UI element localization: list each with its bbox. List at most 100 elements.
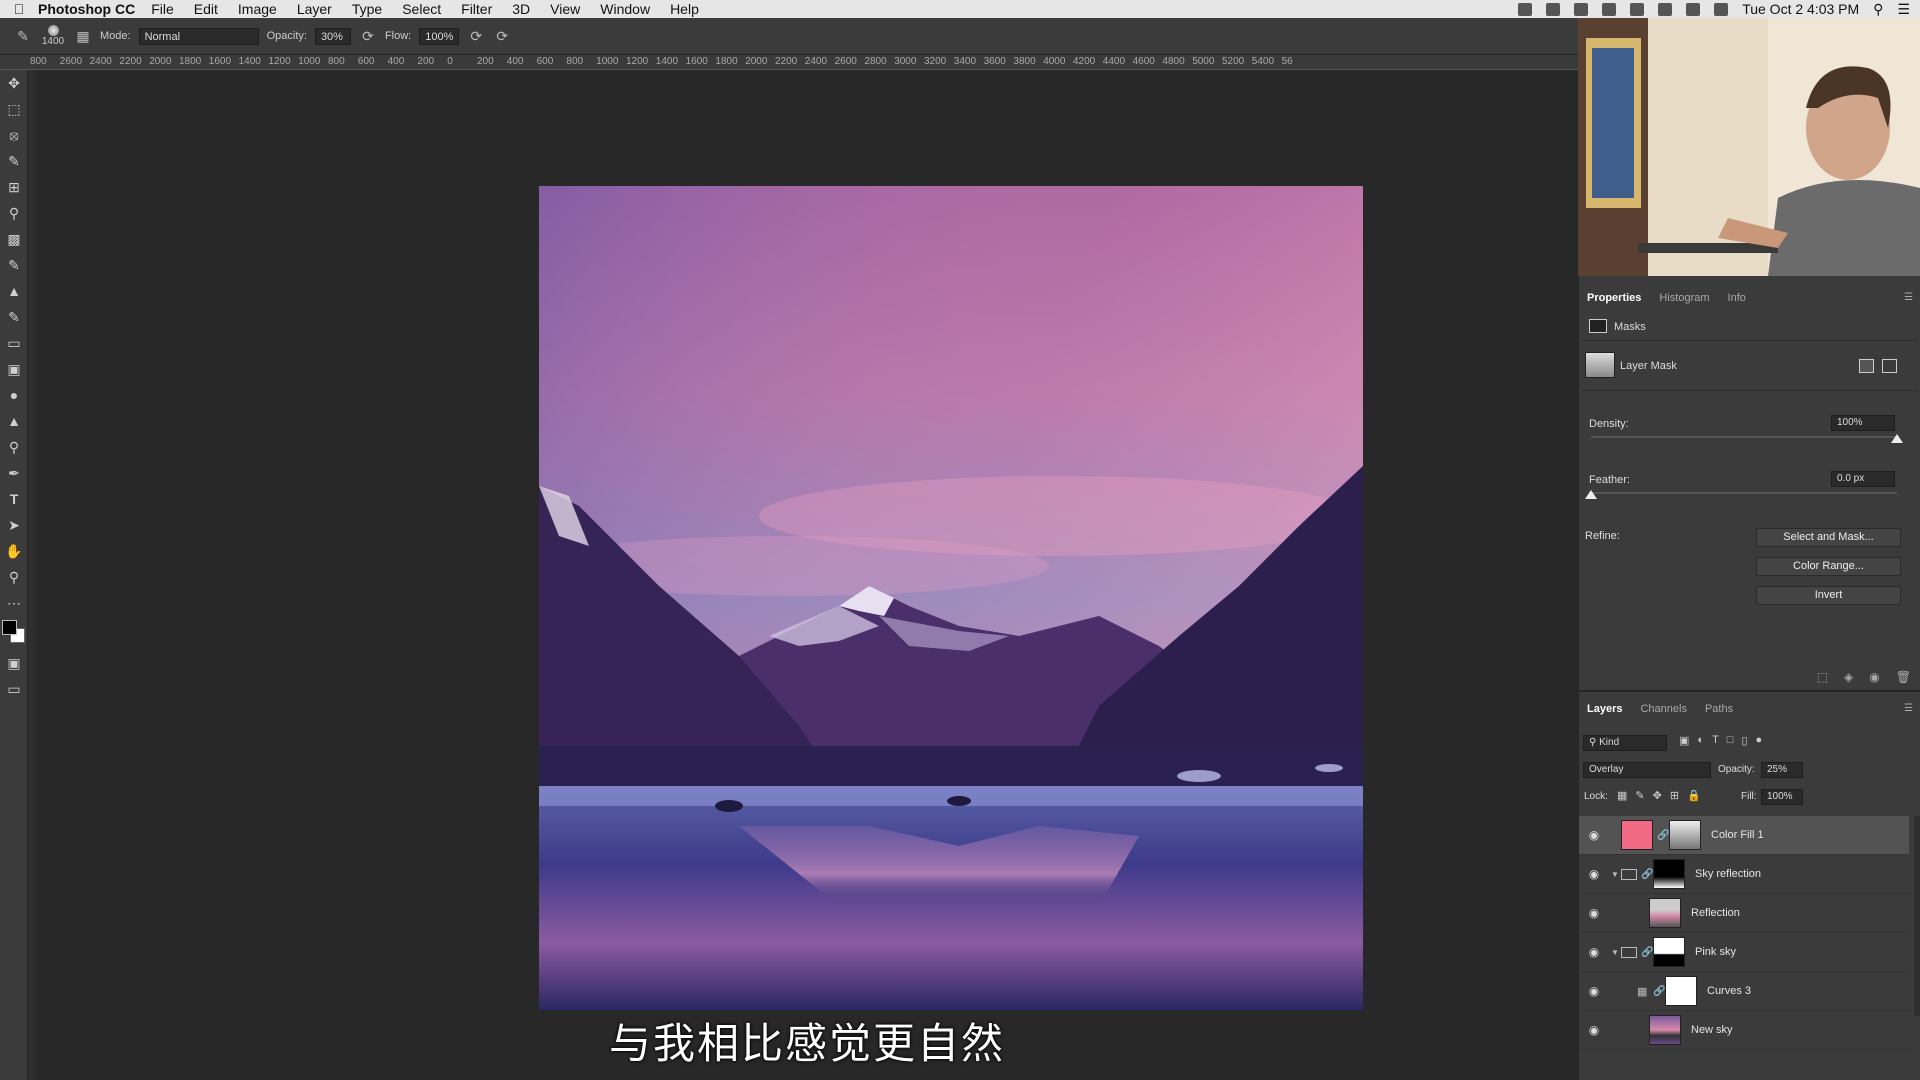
- menu-help[interactable]: Help: [670, 1, 699, 17]
- lock-transparent-icon[interactable]: ▦: [1617, 789, 1627, 802]
- select-vector-mask-icon[interactable]: [1882, 359, 1897, 373]
- brush-preset-picker[interactable]: 1400: [40, 25, 66, 47]
- airbrush-icon[interactable]: ⟳: [467, 27, 485, 45]
- properties-menu-icon[interactable]: ☰: [1904, 292, 1914, 303]
- color-fill-thumbnail[interactable]: [1621, 820, 1653, 850]
- hand-tool-icon[interactable]: ✋: [0, 538, 28, 564]
- tab-channels[interactable]: Channels: [1640, 703, 1686, 715]
- color-range-button[interactable]: Color Range...: [1756, 557, 1901, 576]
- app-menu[interactable]: Photoshop CC: [38, 1, 135, 17]
- lock-position-icon[interactable]: ✥: [1653, 789, 1662, 802]
- screen-mode-icon[interactable]: ▭: [0, 676, 28, 702]
- color-swatches[interactable]: [0, 616, 28, 650]
- layer-row-color-fill[interactable]: ◉ 🔗 Color Fill 1: [1579, 816, 1909, 855]
- density-field[interactable]: 100%: [1831, 415, 1895, 431]
- group-mask-thumbnail[interactable]: [1653, 859, 1685, 889]
- tray-icon[interactable]: [1574, 2, 1589, 16]
- layer-filter-select[interactable]: ⚲ Kind: [1583, 735, 1667, 751]
- feather-slider[interactable]: [1591, 492, 1897, 494]
- brush-tool-icon[interactable]: ✎: [14, 27, 32, 45]
- layer-mask-thumbnail[interactable]: [1665, 976, 1697, 1006]
- menu-file[interactable]: File: [151, 1, 174, 17]
- marquee-tool-icon[interactable]: ⬚: [0, 96, 28, 122]
- brush-settings-icon[interactable]: ▦: [74, 27, 92, 45]
- layer-thumbnail[interactable]: [1649, 1015, 1681, 1045]
- menu-view[interactable]: View: [550, 1, 580, 17]
- tab-properties[interactable]: Properties: [1587, 292, 1641, 304]
- brush-tool-icon[interactable]: ✎: [0, 252, 28, 278]
- document-canvas[interactable]: 与我相比感觉更自然: [36, 70, 1578, 1080]
- dodge-tool-icon[interactable]: ⚲: [0, 434, 28, 460]
- lock-pixels-icon[interactable]: ✎: [1635, 789, 1644, 802]
- mode-select[interactable]: Normal: [138, 27, 259, 45]
- healing-brush-icon[interactable]: ▩: [0, 226, 28, 252]
- wifi-icon[interactable]: [1714, 2, 1729, 16]
- apply-mask-icon[interactable]: ◈: [1844, 670, 1853, 684]
- visibility-eye-icon[interactable]: ◉: [1579, 867, 1609, 881]
- group-mask-thumbnail[interactable]: [1653, 937, 1685, 967]
- tab-layers[interactable]: Layers: [1587, 703, 1622, 715]
- visibility-eye-icon[interactable]: ◉: [1579, 828, 1609, 842]
- history-brush-icon[interactable]: ✎: [0, 304, 28, 330]
- select-pixel-mask-icon[interactable]: [1859, 359, 1874, 373]
- filter-type-icon[interactable]: T: [1712, 734, 1719, 747]
- more-tools-icon[interactable]: ⋯: [0, 590, 28, 616]
- layer-row-pink-sky[interactable]: ◉ ▼ 🔗 Pink sky: [1579, 933, 1909, 972]
- crop-tool-icon[interactable]: ⊞: [0, 174, 28, 200]
- notification-icon[interactable]: ☰: [1897, 1, 1910, 18]
- landscape-photo[interactable]: [539, 186, 1363, 1010]
- blur-tool-icon[interactable]: ●: [0, 382, 28, 408]
- visibility-eye-icon[interactable]: ◉: [1579, 906, 1609, 920]
- sharpen-tool-icon[interactable]: ▲: [0, 408, 28, 434]
- apple-menu-icon[interactable]: : [0, 1, 38, 17]
- filter-pixel-icon[interactable]: ▣: [1679, 734, 1689, 747]
- filter-toggle-icon[interactable]: ●: [1756, 734, 1763, 747]
- type-tool-icon[interactable]: T: [0, 486, 28, 512]
- layer-row-new-sky[interactable]: ◉ New sky: [1579, 1011, 1909, 1050]
- gradient-tool-icon[interactable]: ▣: [0, 356, 28, 382]
- foreground-color[interactable]: [2, 620, 17, 635]
- zoom-tool-icon[interactable]: ⚲: [0, 564, 28, 590]
- menu-image[interactable]: Image: [238, 1, 277, 17]
- feather-field[interactable]: 0.0 px: [1831, 471, 1895, 487]
- quick-mask-icon[interactable]: ▣: [0, 650, 28, 676]
- eraser-tool-icon[interactable]: ▭: [0, 330, 28, 356]
- lock-all-icon[interactable]: 🔒: [1687, 789, 1701, 802]
- volume-icon[interactable]: [1658, 2, 1673, 16]
- expand-arrow-icon[interactable]: ▼: [1609, 870, 1621, 879]
- flag-icon[interactable]: [1686, 2, 1701, 16]
- layer-row-sky-reflection[interactable]: ◉ ▼ 🔗 Sky reflection: [1579, 855, 1909, 894]
- delete-mask-icon[interactable]: 🗑: [1896, 670, 1911, 684]
- feather-slider-knob[interactable]: [1585, 490, 1597, 499]
- visibility-eye-icon[interactable]: ◉: [1579, 984, 1609, 998]
- mask-link-icon[interactable]: 🔗: [1641, 869, 1653, 880]
- layers-menu-icon[interactable]: ☰: [1904, 703, 1914, 714]
- density-slider[interactable]: [1591, 436, 1897, 438]
- layer-thumbnail[interactable]: [1649, 898, 1681, 928]
- visibility-eye-icon[interactable]: ◉: [1579, 945, 1609, 959]
- opacity-field[interactable]: 30%: [314, 27, 351, 45]
- tab-paths[interactable]: Paths: [1705, 703, 1733, 715]
- layer-row-curves[interactable]: ◉ ▦ 🔗 Curves 3: [1579, 972, 1909, 1011]
- tab-histogram[interactable]: Histogram: [1659, 292, 1709, 304]
- layer-opacity-field[interactable]: 25%: [1761, 762, 1803, 778]
- select-and-mask-button[interactable]: Select and Mask...: [1756, 528, 1901, 547]
- menubar-clock[interactable]: Tue Oct 2 4:03 PM: [1742, 1, 1859, 17]
- app-tray-icon[interactable]: [1546, 2, 1561, 16]
- stamp-tool-icon[interactable]: ▲: [0, 278, 28, 304]
- search-icon[interactable]: ⚲: [1873, 1, 1883, 18]
- menu-layer[interactable]: Layer: [297, 1, 332, 17]
- filter-adjustment-icon[interactable]: ◐: [1697, 734, 1704, 747]
- dropbox-icon[interactable]: [1518, 2, 1533, 16]
- display-icon[interactable]: [1602, 2, 1617, 16]
- mask-link-icon[interactable]: 🔗: [1641, 947, 1653, 958]
- pressure-opacity-icon[interactable]: ⟳: [359, 27, 377, 45]
- visibility-icon[interactable]: ◉: [1869, 670, 1879, 684]
- menu-window[interactable]: Window: [600, 1, 650, 17]
- filter-shape-icon[interactable]: □: [1727, 734, 1734, 747]
- layers-scrollbar[interactable]: [1914, 816, 1920, 1016]
- pressure-size-icon[interactable]: ⟳: [493, 27, 511, 45]
- quick-select-tool-icon[interactable]: ✎: [0, 148, 28, 174]
- menu-select[interactable]: Select: [402, 1, 441, 17]
- load-selection-icon[interactable]: ⬚: [1817, 670, 1828, 684]
